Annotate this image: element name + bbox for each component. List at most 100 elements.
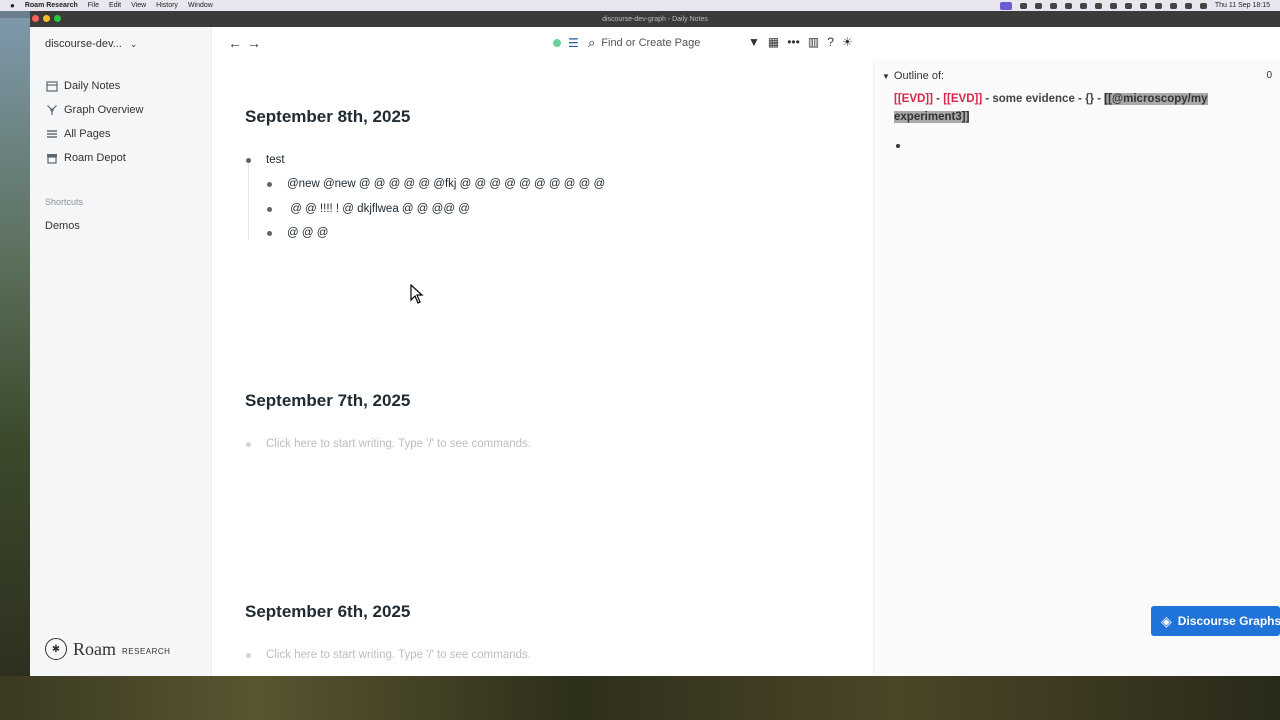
help-icon[interactable]: ? bbox=[827, 35, 834, 49]
status-icon[interactable] bbox=[1064, 2, 1072, 9]
close-window-button[interactable] bbox=[32, 15, 39, 22]
back-arrow-icon[interactable]: ← bbox=[228, 35, 242, 51]
block-text: @ @ !!!! ! @ dkjflwea @ @ @@ @ bbox=[287, 203, 470, 215]
menu-edit[interactable]: Edit bbox=[109, 2, 121, 9]
search-placeholder: Find or Create Page bbox=[601, 37, 701, 49]
desktop-wallpaper bbox=[0, 18, 30, 720]
page-reference[interactable]: [[EVD]] bbox=[943, 93, 982, 105]
menubar-clock[interactable]: Thu 11 Sep 18:15 bbox=[1215, 2, 1270, 9]
calendar-icon[interactable]: ▦ bbox=[768, 35, 779, 49]
minimize-window-button[interactable] bbox=[43, 15, 50, 22]
graph-switcher[interactable]: discourse-dev... ⌄ bbox=[45, 38, 137, 50]
apple-icon[interactable]: ● bbox=[10, 1, 15, 10]
store-icon bbox=[45, 152, 58, 165]
app-window: discourse-dev-graph - Daily Notes discou… bbox=[30, 11, 1280, 676]
window-titlebar: discourse-dev-graph - Daily Notes bbox=[30, 11, 1280, 27]
sidebar-item-roam-depot[interactable]: Roam Depot bbox=[45, 146, 143, 170]
status-icon[interactable] bbox=[1034, 2, 1042, 9]
roam-logo-word: Roam bbox=[73, 638, 116, 659]
zoom-window-button[interactable] bbox=[54, 15, 61, 22]
sidebar-item-daily-notes[interactable]: Daily Notes bbox=[45, 74, 143, 98]
sidebar-toggle-icon[interactable]: ☰ bbox=[568, 36, 579, 50]
block-placeholder: Click here to start writing. Type '/' to… bbox=[266, 649, 531, 661]
top-bar: ← → ☰ ⌕ Find or Create Page ▼ ▦ ••• ▥ ? … bbox=[213, 27, 1280, 60]
outline-title[interactable]: [[EVD]] - [[EVD]] - some evidence - {} -… bbox=[894, 90, 1254, 126]
block-item[interactable]: @ @ @ bbox=[267, 227, 328, 239]
sidebar-item-label: Daily Notes bbox=[64, 80, 121, 92]
sidebar-item-label: Graph Overview bbox=[64, 104, 144, 116]
bullet-icon[interactable] bbox=[896, 144, 900, 148]
status-icon[interactable] bbox=[1049, 2, 1057, 9]
discourse-graph-icon: ◈ bbox=[1161, 612, 1172, 629]
block-item[interactable]: @new @new @ @ @ @ @ @fkj @ @ @ @ @ @ @ @… bbox=[267, 178, 605, 190]
bullet-icon bbox=[246, 441, 251, 447]
menu-app-name[interactable]: Roam Research bbox=[25, 2, 78, 9]
filter-icon[interactable]: ▼ bbox=[748, 35, 760, 49]
control-center-icon[interactable] bbox=[1199, 2, 1207, 9]
title-text: - some evidence - {} - bbox=[982, 93, 1105, 105]
day-title[interactable]: September 8th, 2025 bbox=[245, 107, 410, 127]
outline-label: Outline of: bbox=[893, 70, 945, 82]
screen-record-icon[interactable] bbox=[999, 1, 1012, 10]
day-title[interactable]: September 6th, 2025 bbox=[245, 602, 410, 622]
battery-icon[interactable] bbox=[1154, 2, 1162, 9]
bullet-icon[interactable] bbox=[267, 206, 272, 212]
outline-header[interactable]: ▼ Outline of: bbox=[882, 70, 944, 82]
bullet-icon bbox=[246, 652, 251, 658]
bullet-icon[interactable] bbox=[267, 230, 272, 236]
search-input[interactable]: ⌕ Find or Create Page bbox=[588, 32, 738, 54]
roam-logo-icon: ✱ bbox=[45, 638, 67, 660]
sidebar-item-all-pages[interactable]: All Pages bbox=[45, 122, 143, 146]
sidebar-item-label: Roam Depot bbox=[64, 152, 126, 164]
sync-status-indicator bbox=[553, 39, 561, 47]
desktop-wallpaper-bottom bbox=[0, 676, 1280, 720]
title-separator: - bbox=[932, 93, 944, 105]
graph-icon bbox=[45, 104, 58, 117]
page-reference[interactable]: [[EVD]] bbox=[894, 93, 933, 105]
status-icon[interactable] bbox=[1079, 2, 1087, 9]
reference-count: 0 bbox=[1266, 70, 1272, 81]
roam-logo-sub: RESEARCH bbox=[122, 646, 171, 656]
right-sidebar-icon[interactable]: ▥ bbox=[808, 35, 819, 49]
status-icon[interactable] bbox=[1019, 2, 1027, 9]
theme-toggle-icon[interactable]: ☀ bbox=[842, 35, 853, 49]
day-title[interactable]: September 7th, 2025 bbox=[245, 391, 410, 411]
block-thread-line bbox=[248, 162, 249, 240]
mac-menubar: ● Roam Research File Edit View History W… bbox=[0, 0, 1280, 11]
block-text: @ @ @ bbox=[287, 227, 329, 239]
sidebar-nav: Daily Notes Graph Overview All Pages Roa… bbox=[45, 74, 143, 170]
search-icon[interactable] bbox=[1184, 2, 1192, 9]
menu-view[interactable]: View bbox=[131, 2, 146, 9]
shortcut-demos[interactable]: Demos bbox=[45, 220, 80, 232]
sidebar-item-label: All Pages bbox=[64, 128, 111, 140]
discourse-graphs-button[interactable]: ◈ Discourse Graphs bbox=[1151, 606, 1280, 636]
toolbar-icons: ▼ ▦ ••• ▥ ? ☀ bbox=[748, 35, 853, 49]
more-icon[interactable]: ••• bbox=[787, 35, 800, 49]
volume-icon[interactable] bbox=[1124, 2, 1132, 9]
status-icon[interactable] bbox=[1094, 2, 1102, 9]
menu-window[interactable]: Window bbox=[188, 2, 213, 9]
wifi-icon[interactable] bbox=[1169, 2, 1177, 9]
block-text: test bbox=[266, 154, 285, 166]
menu-history[interactable]: History bbox=[156, 2, 178, 9]
graph-name: discourse-dev... bbox=[45, 38, 122, 50]
roam-logo: ✱ Roam RESEARCH bbox=[45, 638, 170, 660]
status-icon[interactable] bbox=[1109, 2, 1117, 9]
list-icon bbox=[45, 128, 58, 141]
block-item[interactable]: @ @ !!!! ! @ dkjflwea @ @ @@ @ bbox=[267, 203, 470, 215]
bullet-icon[interactable] bbox=[267, 181, 272, 187]
mouse-cursor-icon bbox=[410, 284, 424, 304]
keyboard-icon[interactable] bbox=[1139, 2, 1147, 9]
caret-down-icon[interactable]: ▼ bbox=[882, 72, 890, 81]
empty-block[interactable]: Click here to start writing. Type '/' to… bbox=[246, 438, 531, 450]
right-sidebar: ▼ Outline of: 0 [[EVD]] - [[EVD]] - some… bbox=[873, 60, 1280, 676]
empty-block[interactable]: Click here to start writing. Type '/' to… bbox=[246, 649, 531, 661]
sidebar-item-graph-overview[interactable]: Graph Overview bbox=[45, 98, 143, 122]
calendar-icon bbox=[45, 80, 58, 93]
menu-file[interactable]: File bbox=[88, 2, 99, 9]
bullet-icon[interactable] bbox=[246, 157, 251, 163]
block-item[interactable]: test bbox=[246, 154, 285, 166]
forward-arrow-icon[interactable]: → bbox=[247, 35, 261, 51]
shortcuts-heading: Shortcuts bbox=[45, 197, 84, 207]
discourse-graphs-label: Discourse Graphs bbox=[1177, 614, 1280, 628]
